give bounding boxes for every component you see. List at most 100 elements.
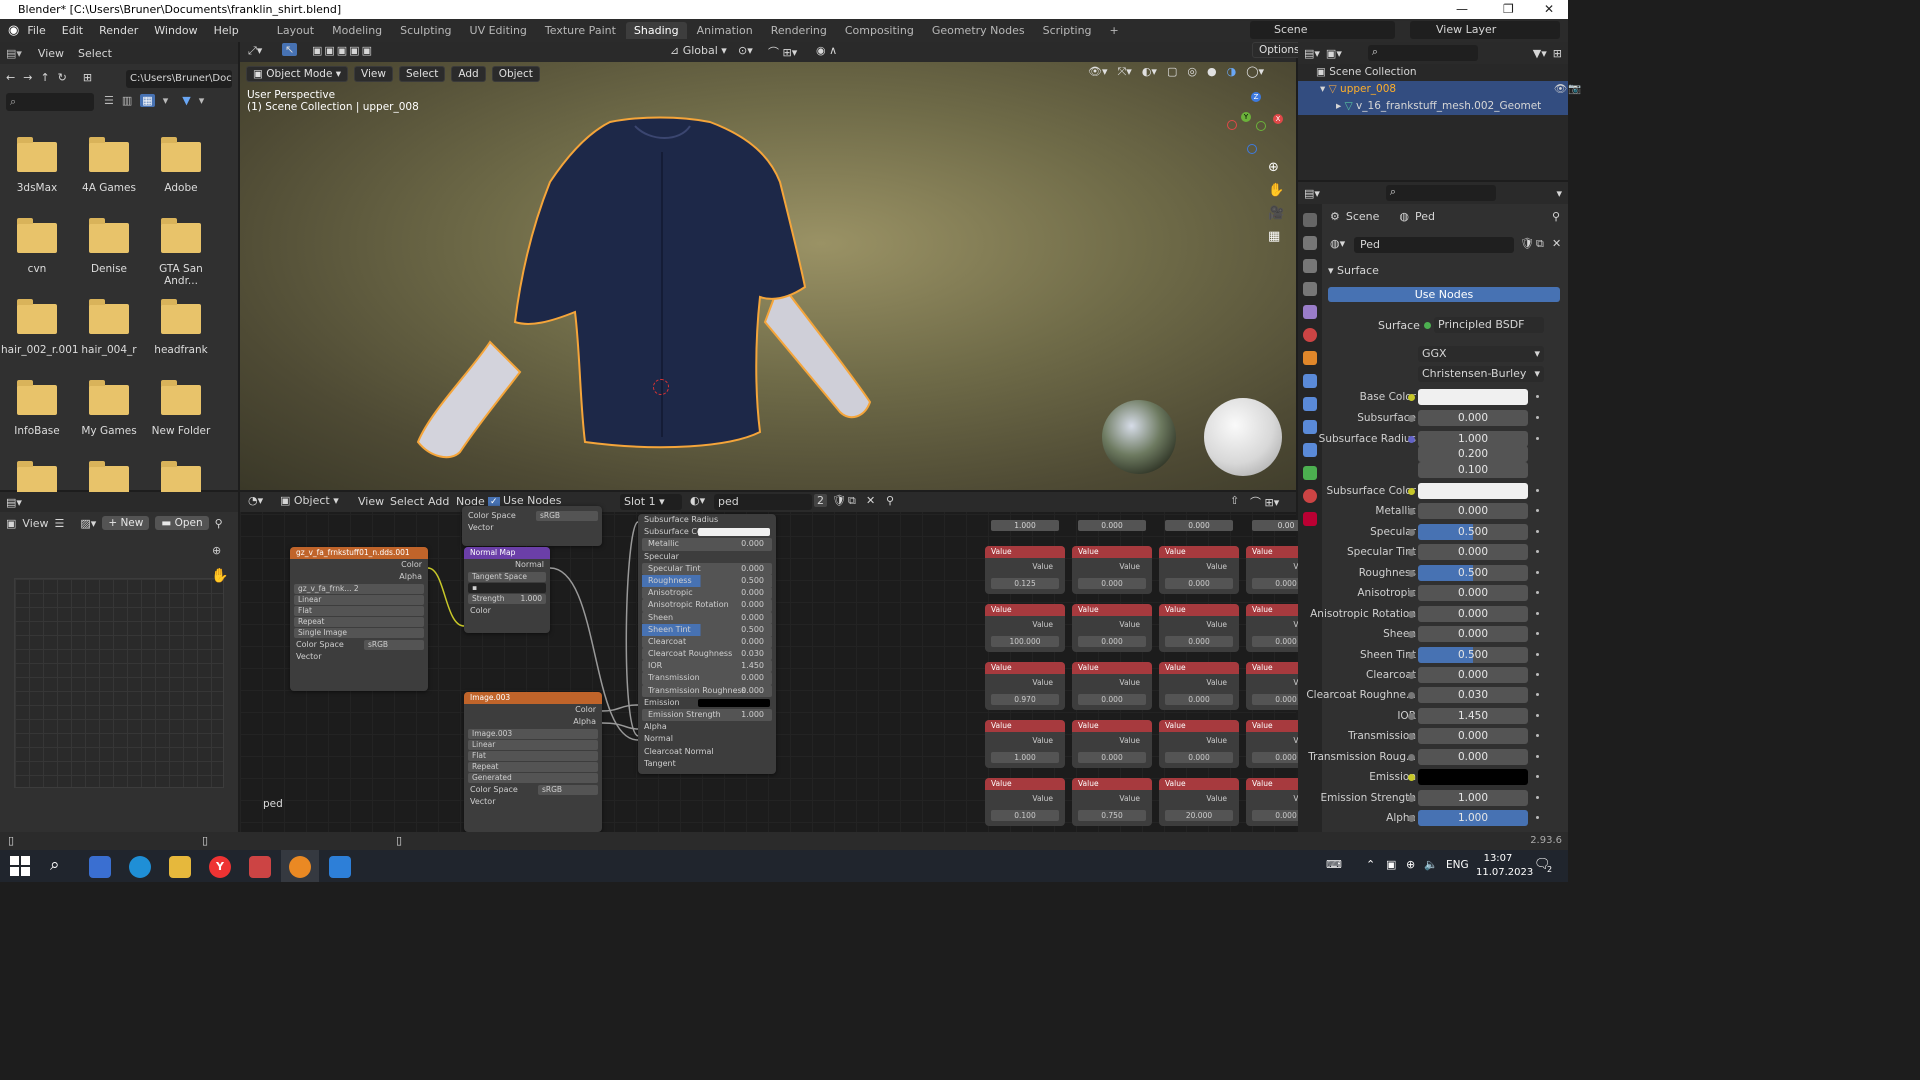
folder-item[interactable]: hair_004_r <box>73 299 145 356</box>
property-value-field[interactable]: 0.000 <box>1418 606 1528 622</box>
shader-node-editor[interactable]: ◔▾ ▣ Object ▾ View Select Add Node ✓ Use… <box>240 492 1326 832</box>
value-node[interactable]: Value Value 0.000 <box>1072 546 1152 594</box>
value-field[interactable]: 1.000 <box>991 520 1059 531</box>
property-value-field[interactable]: 0.000 <box>1418 667 1528 683</box>
world-name-field[interactable]: Ped <box>1354 237 1514 253</box>
minimize-icon[interactable]: — <box>1456 0 1468 19</box>
keyframe-dot-icon[interactable] <box>1536 734 1539 737</box>
keyframe-dot-icon[interactable] <box>1536 416 1539 419</box>
value-field[interactable]: 0.000 <box>1078 694 1146 705</box>
ortho-grid-icon[interactable]: ▦ <box>1268 229 1284 244</box>
keyframe-dot-icon[interactable] <box>1536 755 1539 758</box>
property-value-field[interactable]: 0.000 <box>1418 544 1528 560</box>
folder-item[interactable]: Adobe <box>145 137 217 194</box>
edge-browser-icon[interactable] <box>129 856 151 878</box>
value-node[interactable]: Value Value 100.000 <box>985 604 1065 652</box>
select-tool-icon[interactable]: ↖ <box>282 43 298 56</box>
value-field[interactable]: 0.000 <box>1165 520 1233 531</box>
ie-view-menu[interactable]: View <box>22 517 48 530</box>
outliner-search-input[interactable]: ⌕ <box>1367 45 1478 61</box>
tray-chevron-icon[interactable]: ⌃ <box>1366 858 1375 871</box>
property-value-field[interactable] <box>1418 483 1528 499</box>
property-value-field[interactable]: 0.000 <box>1418 503 1528 519</box>
scene-collection-row[interactable]: ▣ Scene Collection <box>1316 64 1568 81</box>
tab-shading[interactable]: Shading <box>625 22 687 39</box>
tab-scripting[interactable]: Scripting <box>1035 22 1100 39</box>
clock[interactable]: 13:07 11.07.2023 <box>1476 852 1533 880</box>
sort-icon[interactable]: ▾ <box>163 94 169 107</box>
filter-icon[interactable]: ▼ <box>182 94 190 107</box>
yandex-browser-icon[interactable]: Y <box>209 856 231 878</box>
property-value-field[interactable]: 0.200 <box>1418 446 1528 462</box>
vp-menu-add[interactable]: Add <box>451 66 486 82</box>
property-value-field[interactable]: 0.500 <box>1418 647 1528 663</box>
tab-compositing[interactable]: Compositing <box>837 22 922 39</box>
value-node[interactable]: Value Value 0.000 <box>1072 604 1152 652</box>
photos-icon[interactable] <box>329 856 351 878</box>
value-field[interactable]: 0.000 <box>1078 636 1146 647</box>
pin-icon[interactable]: ⚲ <box>215 517 223 530</box>
keyframe-dot-icon[interactable] <box>1536 693 1539 696</box>
zoom-icon[interactable]: ⊕ <box>1268 160 1284 175</box>
value-node[interactable]: Value Value 0.000 <box>1072 662 1152 710</box>
value-field[interactable]: 20.000 <box>1165 810 1233 821</box>
3d-viewport[interactable]: ⤢▾ ↖ ▣▣▣▣▣ ⊿ Global ▾ ⊙▾ ⌒ ⊞▾ ◉ ∧ Option… <box>240 42 1307 490</box>
open-image-button[interactable]: ▬ Open <box>155 516 209 530</box>
keyframe-dot-icon[interactable] <box>1536 632 1539 635</box>
scene-tab-icon[interactable] <box>1303 305 1317 319</box>
value-node[interactable]: Value Value 0.000 <box>1159 604 1239 652</box>
socket-icon[interactable] <box>1408 733 1415 740</box>
keyframe-dot-icon[interactable] <box>1536 653 1539 656</box>
property-value-field[interactable]: 1.000 <box>1418 810 1528 826</box>
rendered-shading-icon[interactable]: ◯▾ <box>1246 65 1264 79</box>
property-value-field[interactable]: 0.500 <box>1418 565 1528 581</box>
value-field[interactable]: 0.750 <box>1078 810 1146 821</box>
property-value-field[interactable]: 0.500 <box>1418 524 1528 540</box>
view-layer-tab-icon[interactable] <box>1303 282 1317 296</box>
folder-item[interactable]: 3dsMax <box>1 137 73 194</box>
app-icon[interactable] <box>249 856 271 878</box>
add-workspace-icon[interactable]: + <box>1102 22 1127 39</box>
keyframe-dot-icon[interactable] <box>1536 395 1539 398</box>
tab-sculpting[interactable]: Sculpting <box>392 22 459 39</box>
property-value-field[interactable] <box>1418 389 1528 405</box>
outliner-mesh-row[interactable]: ▸ ▽ v_16_frankstuff_mesh.002_Geomet <box>1298 98 1568 115</box>
socket-icon[interactable] <box>1408 631 1415 638</box>
value-node[interactable]: Value Value 0.000 <box>1072 720 1152 768</box>
value-field[interactable]: 0.000 <box>1078 752 1146 763</box>
socket-icon[interactable] <box>1408 590 1415 597</box>
pin-icon[interactable]: ⚲ <box>1552 210 1560 223</box>
tab-animation[interactable]: Animation <box>689 22 761 39</box>
hand-pan-icon[interactable]: ✋ <box>211 568 228 584</box>
socket-icon[interactable] <box>1408 611 1415 618</box>
keyframe-dot-icon[interactable] <box>1536 571 1539 574</box>
value-field[interactable]: 1.000 <box>991 752 1059 763</box>
socket-icon[interactable] <box>1408 488 1415 495</box>
thumbnail-view-icon[interactable]: ▦ <box>140 94 155 107</box>
fake-user-icon[interactable]: 🛡 <box>1520 237 1534 250</box>
value-node[interactable]: Value Value 0.125 <box>985 546 1065 594</box>
view-layer-selector[interactable]: View Layer <box>1410 21 1560 39</box>
socket-icon[interactable] <box>1408 815 1415 822</box>
value-node[interactable]: Value Value 0.000 <box>1159 546 1239 594</box>
value-field[interactable]: 0.000 <box>1165 636 1233 647</box>
output-tab-icon[interactable] <box>1303 259 1317 273</box>
ie-menu-icon[interactable]: ☰ <box>55 517 65 530</box>
tab-rendering[interactable]: Rendering <box>763 22 835 39</box>
editor-type-icon[interactable]: ▤▾ <box>1304 187 1320 200</box>
new-image-button[interactable]: + New <box>102 516 150 530</box>
tab-modeling[interactable]: Modeling <box>324 22 390 39</box>
tray-app-icon[interactable]: ▣ <box>1386 858 1396 871</box>
transform-orientation[interactable]: ⊿ Global ▾ <box>670 44 727 57</box>
menu-help[interactable]: Help <box>206 24 247 37</box>
use-nodes-button[interactable]: Use Nodes <box>1328 287 1560 302</box>
language-indicator[interactable]: ENG <box>1446 859 1469 871</box>
file-explorer-icon[interactable] <box>169 856 191 878</box>
folder-item[interactable]: InfoBase <box>1 380 73 437</box>
outliner-object-row[interactable]: ▾ ▽ upper_008 👁 📷 <box>1298 81 1581 98</box>
vp-menu-view[interactable]: View <box>354 66 393 82</box>
refresh-icon[interactable]: ↻ <box>58 71 67 84</box>
material-shading-icon[interactable]: ◑ <box>1227 65 1237 79</box>
tab-geometry-nodes[interactable]: Geometry Nodes <box>924 22 1033 39</box>
value-field[interactable]: 100.000 <box>991 636 1059 647</box>
